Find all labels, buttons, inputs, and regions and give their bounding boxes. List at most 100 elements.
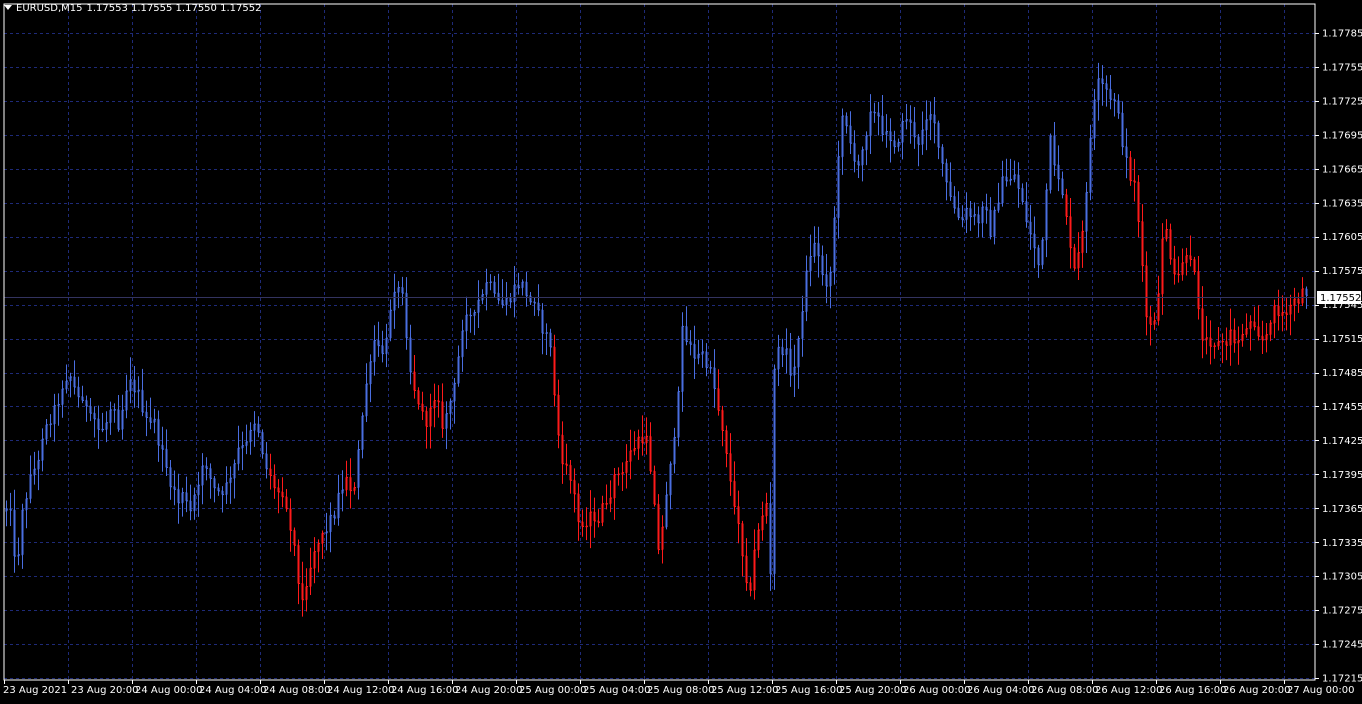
bar-body bbox=[585, 526, 588, 528]
bar-body bbox=[1141, 221, 1144, 266]
bar-body bbox=[93, 413, 96, 419]
bar-body bbox=[881, 116, 884, 135]
bar-body bbox=[261, 432, 264, 454]
bar-body bbox=[25, 498, 28, 510]
bar-body bbox=[769, 503, 772, 574]
y-tick-label: 1.17275 bbox=[1322, 606, 1362, 617]
bar-body bbox=[1229, 330, 1232, 346]
bar-body bbox=[1201, 308, 1204, 341]
bar-body bbox=[305, 586, 308, 600]
chart-area[interactable]: 1.17785 1.17755 1.17725 1.17695 1.17665 1.176… bbox=[0, 0, 1362, 700]
bar-body bbox=[65, 380, 68, 389]
bar-body bbox=[965, 208, 968, 220]
bar-body bbox=[1241, 334, 1244, 341]
bar-body bbox=[265, 453, 268, 469]
bar-body bbox=[253, 424, 256, 431]
bar-body bbox=[573, 480, 576, 494]
dropdown-triangle-icon[interactable] bbox=[4, 5, 12, 10]
bar-body bbox=[37, 460, 40, 470]
bar-body bbox=[1193, 259, 1196, 272]
bar-body bbox=[921, 130, 924, 145]
bar-body bbox=[185, 492, 188, 501]
bar-body bbox=[629, 450, 632, 462]
bar-body bbox=[361, 415, 364, 450]
bar-body bbox=[801, 311, 804, 339]
bar-body bbox=[237, 448, 240, 464]
bar-body bbox=[761, 515, 764, 530]
bar-body bbox=[797, 338, 800, 368]
bar-body bbox=[1125, 146, 1128, 158]
symbol-info-bar[interactable]: EURUSD,M15 1.17553 1.17555 1.17550 1.1755… bbox=[4, 3, 261, 14]
bar-body bbox=[753, 549, 756, 591]
bar-body bbox=[781, 347, 784, 355]
bar-body bbox=[833, 217, 836, 273]
bar-body bbox=[1089, 138, 1092, 193]
bar-body bbox=[513, 284, 516, 302]
y-tick-label: 1.17635 bbox=[1322, 198, 1362, 209]
bar-body bbox=[845, 115, 848, 126]
bar-body bbox=[1305, 288, 1308, 296]
x-tick-label: 26 Aug 12:00 bbox=[1095, 685, 1162, 696]
bar-body bbox=[29, 474, 32, 499]
bar-body bbox=[285, 496, 288, 509]
bar-body bbox=[561, 435, 564, 464]
bar-body bbox=[1209, 337, 1212, 347]
bar-body bbox=[293, 530, 296, 546]
bar-body bbox=[825, 274, 828, 287]
bar-body bbox=[597, 520, 600, 523]
bar-body bbox=[957, 208, 960, 218]
bar-body bbox=[841, 115, 844, 157]
bar-body bbox=[9, 509, 12, 511]
y-tick-label: 1.17425 bbox=[1322, 436, 1362, 447]
bar-body bbox=[1033, 233, 1036, 248]
bar-body bbox=[1265, 334, 1268, 340]
bar-body bbox=[257, 424, 260, 433]
bar-body bbox=[1117, 100, 1120, 114]
y-tick-label: 1.17305 bbox=[1322, 572, 1362, 583]
bar-body bbox=[609, 498, 612, 504]
bar-body bbox=[21, 509, 24, 555]
bar-body bbox=[533, 301, 536, 303]
bar-body bbox=[949, 181, 952, 197]
bar-body bbox=[589, 512, 592, 527]
bar-body bbox=[325, 531, 328, 534]
bar-body bbox=[545, 332, 548, 334]
bar-body bbox=[457, 356, 460, 384]
bar-body bbox=[893, 140, 896, 147]
bar-body bbox=[813, 243, 816, 257]
bar-body bbox=[41, 439, 44, 461]
bar-body bbox=[909, 119, 912, 123]
bar-body bbox=[1009, 179, 1012, 181]
y-tick-label: 1.17665 bbox=[1322, 164, 1362, 175]
bar-body bbox=[209, 468, 212, 479]
bar-body bbox=[857, 161, 860, 165]
bar-body bbox=[401, 287, 404, 294]
bar-body bbox=[1073, 247, 1076, 269]
bar-body bbox=[1057, 165, 1060, 179]
bar-body bbox=[1113, 99, 1116, 101]
bar-body bbox=[469, 315, 472, 317]
bar-body bbox=[521, 282, 524, 288]
bar-body bbox=[1065, 194, 1068, 217]
bar-body bbox=[17, 554, 20, 557]
bar-body bbox=[777, 347, 780, 370]
bar-body bbox=[937, 122, 940, 148]
y-tick-label: 1.17365 bbox=[1322, 504, 1362, 515]
bar-body bbox=[1101, 78, 1104, 84]
bar-body bbox=[157, 419, 160, 446]
bar-body bbox=[929, 114, 932, 120]
bar-body bbox=[657, 504, 660, 550]
y-tick-label: 1.17245 bbox=[1322, 640, 1362, 651]
bar-body bbox=[885, 131, 888, 135]
bar-body bbox=[549, 332, 552, 347]
bar-body bbox=[485, 282, 488, 295]
bar-body bbox=[789, 348, 792, 376]
bar-body bbox=[1273, 305, 1276, 324]
bar-body bbox=[633, 448, 636, 451]
bar-body bbox=[729, 453, 732, 482]
bar-body bbox=[1037, 247, 1040, 265]
bar-body bbox=[765, 503, 768, 516]
bar-body bbox=[673, 437, 676, 465]
bar-body bbox=[661, 527, 664, 550]
y-tick-label: 1.17515 bbox=[1322, 334, 1362, 345]
